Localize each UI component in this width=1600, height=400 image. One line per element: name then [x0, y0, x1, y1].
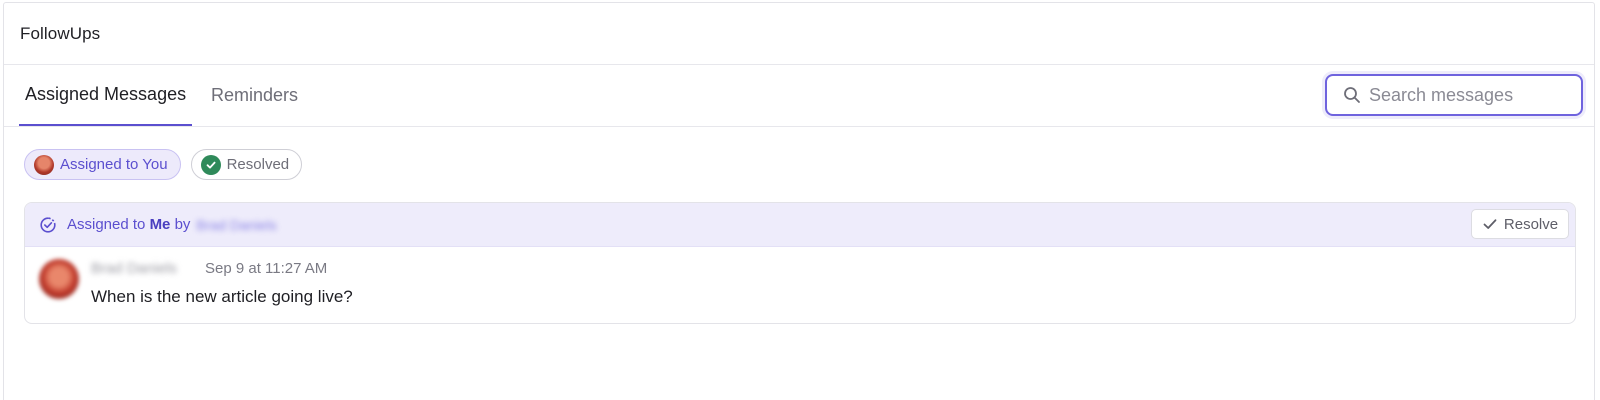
search-input[interactable]	[1369, 84, 1569, 106]
tab-reminders[interactable]: Reminders	[211, 65, 298, 126]
tab-assigned-messages[interactable]: Assigned Messages	[19, 65, 193, 126]
filter-chips: Assigned to You Resolved	[24, 149, 303, 180]
resolve-button[interactable]: Resolve	[1471, 209, 1569, 239]
filter-label: Assigned to You	[60, 156, 168, 173]
filter-label: Resolved	[226, 156, 290, 173]
check-circle-icon	[200, 154, 221, 175]
search-icon	[1343, 86, 1361, 104]
panel-header: FollowUps	[4, 3, 1594, 65]
resolve-label: Resolve	[1503, 215, 1559, 233]
assigned-check-icon	[39, 216, 57, 234]
message-item[interactable]: Brad Daniels Sep 9 at 11:27 AM When is t…	[25, 247, 1575, 323]
filter-assigned-to-you[interactable]: Assigned to You	[24, 149, 181, 180]
assigner-name[interactable]: Brad Daniels	[196, 217, 276, 233]
assignment-text: Assigned to Me by	[67, 216, 190, 233]
assignment-target: Me	[149, 216, 171, 233]
assignment-by: by	[174, 216, 191, 233]
avatar[interactable]	[39, 259, 79, 299]
checkmark-icon	[1483, 219, 1497, 229]
message-timestamp: Sep 9 at 11:27 AM	[205, 260, 328, 277]
assignment-banner: Assigned to Me by Brad Daniels Resolve	[25, 203, 1575, 247]
message-author[interactable]: Brad Daniels	[91, 260, 177, 277]
search-box[interactable]	[1325, 74, 1583, 116]
followup-card: Assigned to Me by Brad Daniels Resolve B…	[24, 202, 1576, 324]
filter-resolved[interactable]: Resolved	[190, 149, 303, 180]
followups-panel: FollowUps Assigned Messages Reminders As…	[3, 2, 1595, 400]
avatar	[34, 154, 54, 175]
page-title: FollowUps	[20, 23, 101, 43]
assignment-prefix: Assigned to	[67, 216, 146, 233]
tab-bar: Assigned Messages Reminders	[4, 65, 1594, 127]
message-text: When is the new article going live?	[91, 287, 353, 306]
